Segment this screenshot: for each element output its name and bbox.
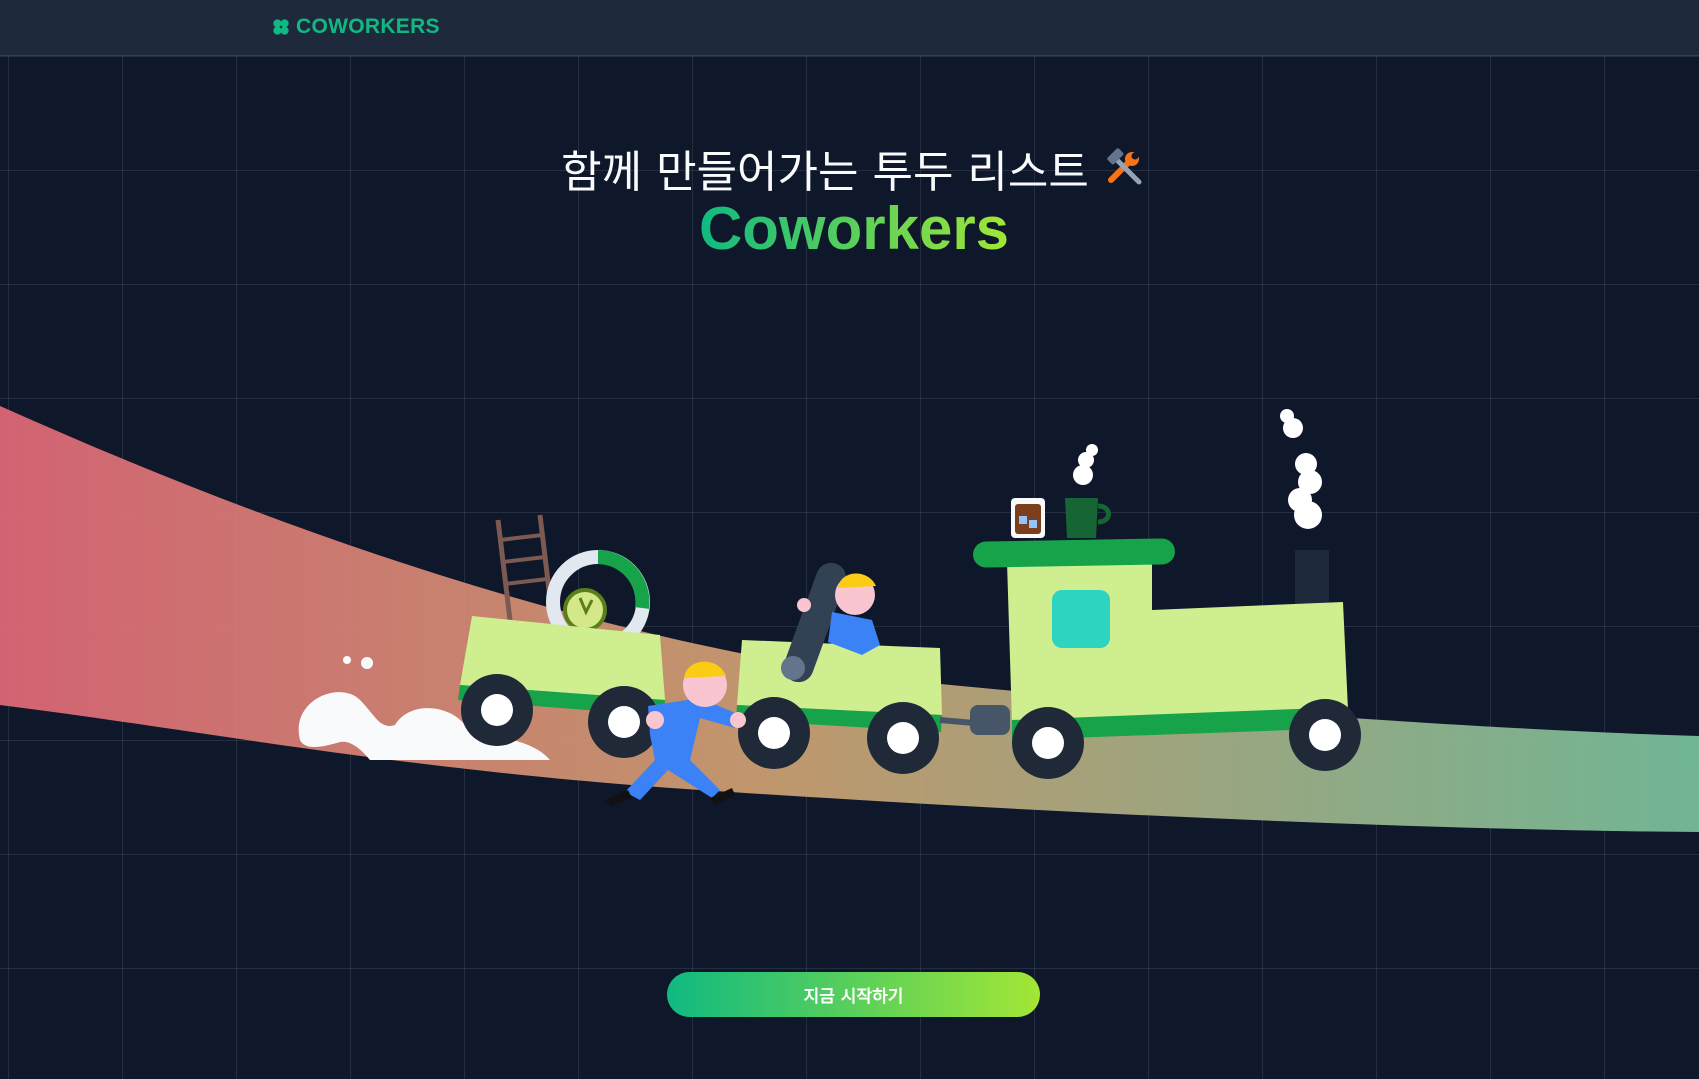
hammer-wrench-icon (1107, 148, 1142, 185)
start-now-button[interactable]: 지금 시작하기 (667, 972, 1040, 1017)
hero-tagline-text: 함께 만들어가는 투두 리스트 (561, 147, 1089, 198)
clover-logo-icon (273, 19, 289, 35)
train-illustration (0, 406, 1699, 832)
hero-title: Coworkers (0, 196, 1699, 262)
logo-link[interactable]: COWORKERS (272, 15, 440, 39)
brand-name: COWORKERS (296, 15, 440, 38)
hero-tagline: 함께 만들어가는 투두 리스트 (0, 136, 1699, 200)
hero-title-text: Coworkers (698, 195, 1010, 262)
top-navigation-bar: COWORKERS (0, 0, 1699, 56)
locomotive (973, 409, 1361, 779)
